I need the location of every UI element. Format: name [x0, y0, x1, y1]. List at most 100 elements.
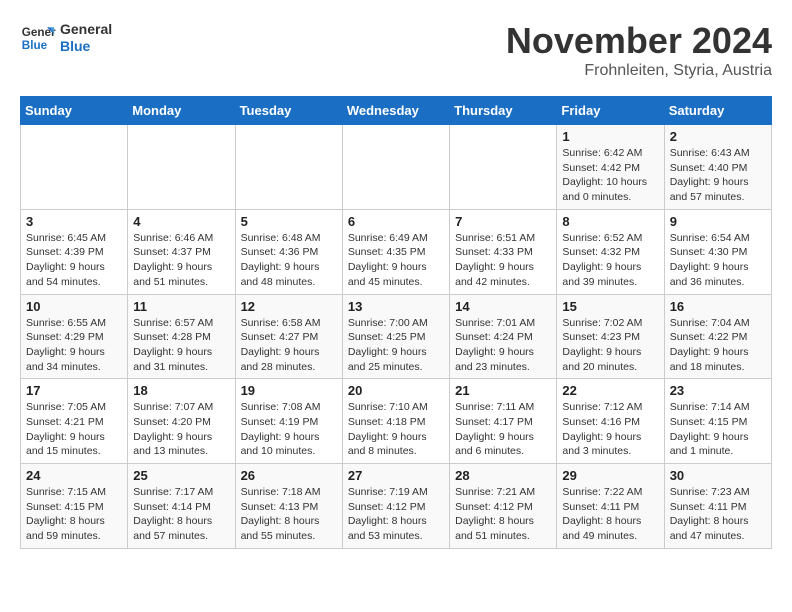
title-area: November 2024 Frohnleiten, Styria, Austr… — [506, 20, 772, 80]
day-info: Sunrise: 7:05 AMSunset: 4:21 PMDaylight:… — [26, 400, 122, 459]
day-number: 12 — [241, 299, 337, 314]
day-number: 1 — [562, 129, 658, 144]
col-header-tuesday: Tuesday — [235, 97, 342, 125]
day-number: 29 — [562, 468, 658, 483]
calendar-cell: 19 Sunrise: 7:08 AMSunset: 4:19 PMDayligh… — [235, 379, 342, 464]
month-title: November 2024 — [506, 20, 772, 62]
calendar-cell: 11 Sunrise: 6:57 AMSunset: 4:28 PMDayligh… — [128, 294, 235, 379]
calendar-cell: 16Sunrise: 7:04 AMSunset: 4:22 PMDayligh… — [664, 294, 771, 379]
day-number: 16 — [670, 299, 766, 314]
calendar-cell: 14 Sunrise: 7:01 AMSunset: 4:24 PMDayligh… — [450, 294, 557, 379]
day-number: 7 — [455, 214, 551, 229]
svg-text:Blue: Blue — [22, 39, 48, 52]
calendar-header-row: SundayMondayTuesdayWednesdayThursdayFrid… — [21, 97, 772, 125]
day-info: Sunrise: 7:00 AMSunset: 4:25 PMDaylight:… — [348, 316, 444, 375]
day-info: Sunrise: 7:10 AMSunset: 4:18 PMDaylight:… — [348, 400, 444, 459]
day-info: Sunrise: 6:52 AMSunset: 4:32 PMDaylight:… — [562, 231, 658, 290]
calendar-cell: 6 Sunrise: 6:49 AMSunset: 4:35 PMDaylight… — [342, 209, 449, 294]
day-number: 18 — [133, 383, 229, 398]
day-number: 3 — [26, 214, 122, 229]
calendar-cell: 4 Sunrise: 6:46 AMSunset: 4:37 PMDaylight… — [128, 209, 235, 294]
day-number: 4 — [133, 214, 229, 229]
day-info: Sunrise: 6:55 AMSunset: 4:29 PMDaylight:… — [26, 316, 122, 375]
day-number: 8 — [562, 214, 658, 229]
day-info: Sunrise: 6:58 AMSunset: 4:27 PMDaylight:… — [241, 316, 337, 375]
calendar-cell — [450, 125, 557, 210]
calendar-table: SundayMondayTuesdayWednesdayThursdayFrid… — [20, 96, 772, 549]
calendar-cell: 17 Sunrise: 7:05 AMSunset: 4:21 PMDayligh… — [21, 379, 128, 464]
calendar-cell: 20 Sunrise: 7:10 AMSunset: 4:18 PMDayligh… — [342, 379, 449, 464]
calendar-cell — [128, 125, 235, 210]
calendar-week-row: 17 Sunrise: 7:05 AMSunset: 4:21 PMDayligh… — [21, 379, 772, 464]
calendar-cell: 3Sunrise: 6:45 AMSunset: 4:39 PMDaylight… — [21, 209, 128, 294]
logo-line2: Blue — [60, 38, 112, 55]
day-info: Sunrise: 7:07 AMSunset: 4:20 PMDaylight:… — [133, 400, 229, 459]
col-header-wednesday: Wednesday — [342, 97, 449, 125]
calendar-cell: 24Sunrise: 7:15 AMSunset: 4:15 PMDayligh… — [21, 464, 128, 549]
logo-icon: General Blue — [20, 20, 56, 56]
calendar-week-row: 1 Sunrise: 6:42 AMSunset: 4:42 PMDaylight… — [21, 125, 772, 210]
calendar-cell: 15 Sunrise: 7:02 AMSunset: 4:23 PMDayligh… — [557, 294, 664, 379]
day-number: 5 — [241, 214, 337, 229]
calendar-cell: 12 Sunrise: 6:58 AMSunset: 4:27 PMDayligh… — [235, 294, 342, 379]
day-number: 2 — [670, 129, 766, 144]
calendar-week-row: 10 Sunrise: 6:55 AMSunset: 4:29 PMDayligh… — [21, 294, 772, 379]
calendar-cell: 21 Sunrise: 7:11 AMSunset: 4:17 PMDayligh… — [450, 379, 557, 464]
day-info: Sunrise: 7:12 AMSunset: 4:16 PMDaylight:… — [562, 400, 658, 459]
day-number: 9 — [670, 214, 766, 229]
calendar-cell — [342, 125, 449, 210]
day-number: 21 — [455, 383, 551, 398]
day-info: Sunrise: 7:23 AMSunset: 4:11 PMDaylight:… — [670, 485, 766, 544]
day-info: Sunrise: 7:19 AMSunset: 4:12 PMDaylight:… — [348, 485, 444, 544]
day-info: Sunrise: 7:08 AMSunset: 4:19 PMDaylight:… — [241, 400, 337, 459]
day-number: 28 — [455, 468, 551, 483]
calendar-cell: 29 Sunrise: 7:22 AMSunset: 4:11 PMDayligh… — [557, 464, 664, 549]
day-info: Sunrise: 7:15 AMSunset: 4:15 PMDaylight:… — [26, 485, 122, 544]
day-number: 15 — [562, 299, 658, 314]
day-info: Sunrise: 6:42 AMSunset: 4:42 PMDaylight:… — [562, 146, 658, 205]
calendar-cell: 2Sunrise: 6:43 AMSunset: 4:40 PMDaylight… — [664, 125, 771, 210]
calendar-cell: 27Sunrise: 7:19 AMSunset: 4:12 PMDayligh… — [342, 464, 449, 549]
calendar-week-row: 3Sunrise: 6:45 AMSunset: 4:39 PMDaylight… — [21, 209, 772, 294]
calendar-cell: 18 Sunrise: 7:07 AMSunset: 4:20 PMDayligh… — [128, 379, 235, 464]
day-info: Sunrise: 7:14 AMSunset: 4:15 PMDaylight:… — [670, 400, 766, 459]
day-number: 6 — [348, 214, 444, 229]
day-number: 10 — [26, 299, 122, 314]
calendar-cell — [235, 125, 342, 210]
day-number: 17 — [26, 383, 122, 398]
day-number: 19 — [241, 383, 337, 398]
logo: General Blue General Blue — [20, 20, 112, 56]
day-info: Sunrise: 6:46 AMSunset: 4:37 PMDaylight:… — [133, 231, 229, 290]
col-header-thursday: Thursday — [450, 97, 557, 125]
day-info: Sunrise: 7:11 AMSunset: 4:17 PMDaylight:… — [455, 400, 551, 459]
calendar-cell: 13 Sunrise: 7:00 AMSunset: 4:25 PMDayligh… — [342, 294, 449, 379]
calendar-week-row: 24Sunrise: 7:15 AMSunset: 4:15 PMDayligh… — [21, 464, 772, 549]
location-subtitle: Frohnleiten, Styria, Austria — [506, 62, 772, 80]
day-info: Sunrise: 7:01 AMSunset: 4:24 PMDaylight:… — [455, 316, 551, 375]
day-number: 13 — [348, 299, 444, 314]
calendar-cell: 9 Sunrise: 6:54 AMSunset: 4:30 PMDaylight… — [664, 209, 771, 294]
calendar-cell — [21, 125, 128, 210]
day-number: 20 — [348, 383, 444, 398]
calendar-cell: 26Sunrise: 7:18 AMSunset: 4:13 PMDayligh… — [235, 464, 342, 549]
day-number: 14 — [455, 299, 551, 314]
col-header-sunday: Sunday — [21, 97, 128, 125]
day-info: Sunrise: 7:02 AMSunset: 4:23 PMDaylight:… — [562, 316, 658, 375]
calendar-cell: 30Sunrise: 7:23 AMSunset: 4:11 PMDayligh… — [664, 464, 771, 549]
day-info: Sunrise: 7:21 AMSunset: 4:12 PMDaylight:… — [455, 485, 551, 544]
calendar-cell: 10 Sunrise: 6:55 AMSunset: 4:29 PMDayligh… — [21, 294, 128, 379]
col-header-friday: Friday — [557, 97, 664, 125]
calendar-cell: 28 Sunrise: 7:21 AMSunset: 4:12 PMDayligh… — [450, 464, 557, 549]
day-info: Sunrise: 7:22 AMSunset: 4:11 PMDaylight:… — [562, 485, 658, 544]
calendar-cell: 23Sunrise: 7:14 AMSunset: 4:15 PMDayligh… — [664, 379, 771, 464]
logo-line1: General — [60, 21, 112, 38]
day-info: Sunrise: 6:49 AMSunset: 4:35 PMDaylight:… — [348, 231, 444, 290]
header: General Blue General Blue November 2024 … — [20, 20, 772, 80]
day-number: 11 — [133, 299, 229, 314]
day-number: 22 — [562, 383, 658, 398]
day-info: Sunrise: 7:18 AMSunset: 4:13 PMDaylight:… — [241, 485, 337, 544]
calendar-cell: 22 Sunrise: 7:12 AMSunset: 4:16 PMDayligh… — [557, 379, 664, 464]
day-info: Sunrise: 6:57 AMSunset: 4:28 PMDaylight:… — [133, 316, 229, 375]
calendar-cell: 8 Sunrise: 6:52 AMSunset: 4:32 PMDaylight… — [557, 209, 664, 294]
day-info: Sunrise: 6:54 AMSunset: 4:30 PMDaylight:… — [670, 231, 766, 290]
